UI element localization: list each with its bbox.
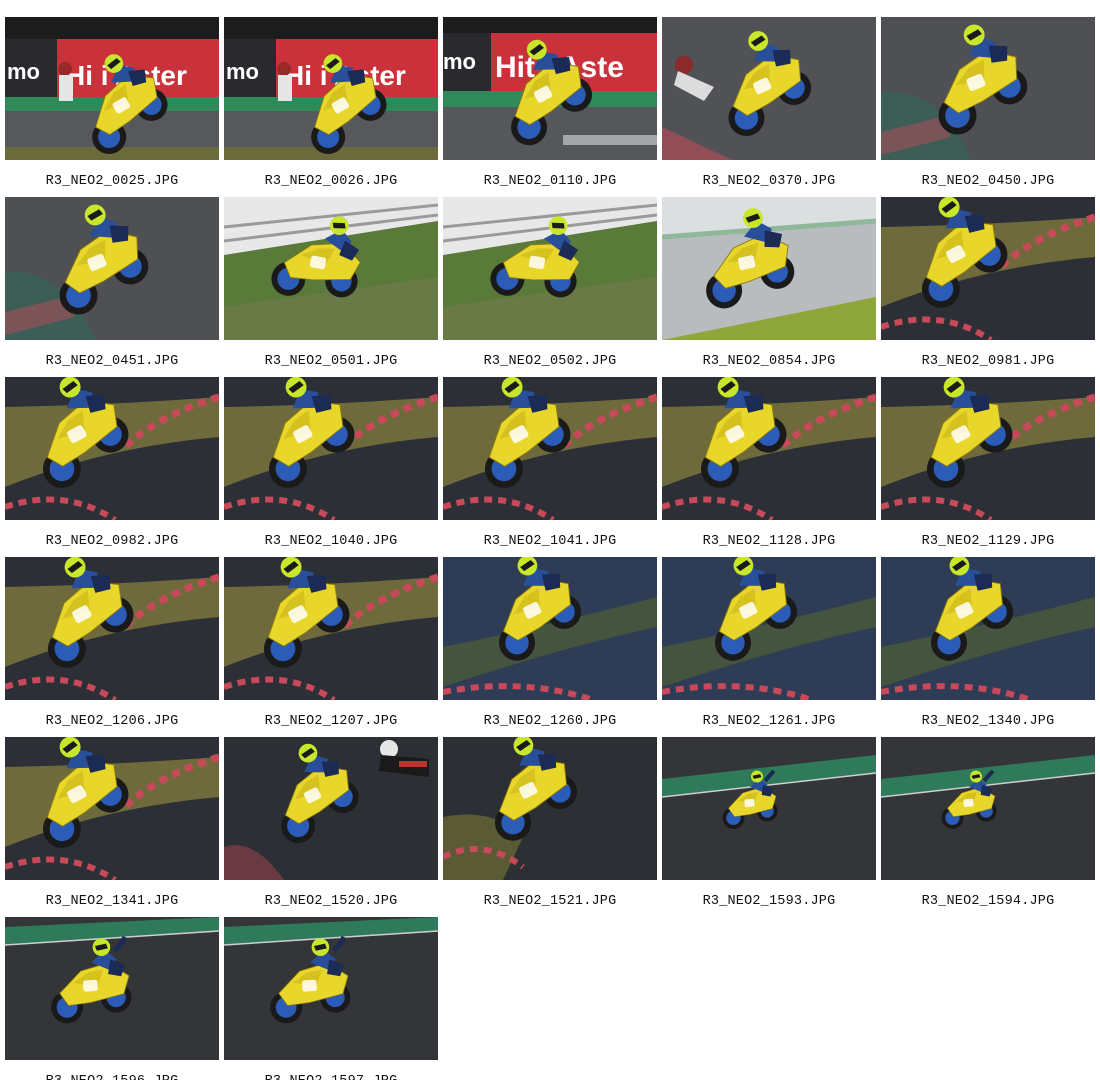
photo-thumbnail[interactable] bbox=[662, 557, 876, 700]
gallery-item[interactable]: R3_NEO2_0450.JPG bbox=[881, 17, 1095, 197]
photo-filename[interactable]: R3_NEO2_1340.JPG bbox=[881, 714, 1095, 729]
photo-filename[interactable]: R3_NEO2_1260.JPG bbox=[443, 714, 657, 729]
photo-filename[interactable]: R3_NEO2_1520.JPG bbox=[224, 894, 438, 909]
gallery-item[interactable]: R3_NEO2_1593.JPG bbox=[662, 737, 876, 917]
photo-filename[interactable]: R3_NEO2_1207.JPG bbox=[224, 714, 438, 729]
svg-text:mo: mo bbox=[443, 49, 476, 74]
gallery-item[interactable]: mo Hi i Aster R3_NEO2_0025.JPG bbox=[5, 17, 219, 197]
photo-thumbnail[interactable] bbox=[443, 737, 657, 880]
photo-filename[interactable]: R3_NEO2_0025.JPG bbox=[5, 174, 219, 189]
gallery-item[interactable]: R3_NEO2_1207.JPG bbox=[224, 557, 438, 737]
photo-thumbnail[interactable] bbox=[662, 377, 876, 520]
photo-filename[interactable]: R3_NEO2_1593.JPG bbox=[662, 894, 876, 909]
photo-filename[interactable]: R3_NEO2_0370.JPG bbox=[662, 174, 876, 189]
photo-filename[interactable]: R3_NEO2_1341.JPG bbox=[5, 894, 219, 909]
photo-filename[interactable]: R3_NEO2_0502.JPG bbox=[443, 354, 657, 369]
photo-filename[interactable]: R3_NEO2_1041.JPG bbox=[443, 534, 657, 549]
gallery-item[interactable]: R3_NEO2_0982.JPG bbox=[5, 377, 219, 557]
photo-filename[interactable]: R3_NEO2_1597.JPG bbox=[224, 1074, 438, 1080]
photo-filename[interactable]: R3_NEO2_0110.JPG bbox=[443, 174, 657, 189]
gallery-item[interactable]: R3_NEO2_1261.JPG bbox=[662, 557, 876, 737]
photo-thumbnail[interactable] bbox=[881, 377, 1095, 520]
gallery-item[interactable]: R3_NEO2_1340.JPG bbox=[881, 557, 1095, 737]
photo-filename[interactable]: R3_NEO2_0026.JPG bbox=[224, 174, 438, 189]
photo-filename[interactable]: R3_NEO2_1596.JPG bbox=[5, 1074, 219, 1080]
gallery-item[interactable]: R3_NEO2_0981.JPG bbox=[881, 197, 1095, 377]
photo-thumbnail[interactable] bbox=[224, 737, 438, 880]
photo-thumbnail[interactable]: mo Hi i Aster bbox=[5, 17, 219, 160]
photo-filename[interactable]: R3_NEO2_1594.JPG bbox=[881, 894, 1095, 909]
gallery-item[interactable]: R3_NEO2_1520.JPG bbox=[224, 737, 438, 917]
photo-filename[interactable]: R3_NEO2_0451.JPG bbox=[5, 354, 219, 369]
photo-thumbnail[interactable] bbox=[662, 17, 876, 160]
photo-thumbnail[interactable] bbox=[881, 197, 1095, 340]
photo-thumbnail[interactable] bbox=[443, 197, 657, 340]
photo-filename[interactable]: R3_NEO2_1040.JPG bbox=[224, 534, 438, 549]
photo-filename[interactable]: R3_NEO2_0982.JPG bbox=[5, 534, 219, 549]
gallery-item[interactable]: R3_NEO2_0451.JPG bbox=[5, 197, 219, 377]
gallery-item[interactable]: R3_NEO2_1521.JPG bbox=[443, 737, 657, 917]
photo-filename[interactable]: R3_NEO2_1206.JPG bbox=[5, 714, 219, 729]
photo-thumbnail[interactable] bbox=[5, 737, 219, 880]
gallery-item[interactable]: R3_NEO2_0854.JPG bbox=[662, 197, 876, 377]
photo-thumbnail[interactable] bbox=[5, 377, 219, 520]
gallery-item[interactable]: mo Hit i Aste R3_NEO2_0110.JPG bbox=[443, 17, 657, 197]
photo-thumbnail[interactable] bbox=[224, 377, 438, 520]
photo-thumbnail[interactable] bbox=[5, 557, 219, 700]
photo-filename[interactable]: R3_NEO2_0981.JPG bbox=[881, 354, 1095, 369]
gallery-item[interactable]: R3_NEO2_1596.JPG bbox=[5, 917, 219, 1080]
gallery-item[interactable]: R3_NEO2_1040.JPG bbox=[224, 377, 438, 557]
photo-filename[interactable]: R3_NEO2_0450.JPG bbox=[881, 174, 1095, 189]
photo-thumbnail[interactable] bbox=[662, 737, 876, 880]
photo-thumbnail[interactable] bbox=[662, 197, 876, 340]
photo-thumbnail[interactable] bbox=[443, 557, 657, 700]
gallery-item[interactable]: R3_NEO2_0370.JPG bbox=[662, 17, 876, 197]
photo-gallery: mo Hi i Aster R3_NEO2_0025.JPG mo Hi i A… bbox=[0, 0, 1100, 1080]
gallery-item[interactable]: R3_NEO2_1341.JPG bbox=[5, 737, 219, 917]
gallery-item[interactable]: R3_NEO2_1597.JPG bbox=[224, 917, 438, 1080]
gallery-item[interactable]: R3_NEO2_1206.JPG bbox=[5, 557, 219, 737]
photo-filename[interactable]: R3_NEO2_0854.JPG bbox=[662, 354, 876, 369]
svg-text:mo: mo bbox=[226, 59, 259, 84]
photo-thumbnail[interactable]: mo Hit i Aste bbox=[443, 17, 657, 160]
photo-filename[interactable]: R3_NEO2_1261.JPG bbox=[662, 714, 876, 729]
gallery-item[interactable]: R3_NEO2_0502.JPG bbox=[443, 197, 657, 377]
photo-thumbnail[interactable] bbox=[5, 917, 219, 1060]
gallery-item[interactable]: R3_NEO2_1128.JPG bbox=[662, 377, 876, 557]
photo-thumbnail[interactable] bbox=[881, 557, 1095, 700]
gallery-item[interactable]: R3_NEO2_1129.JPG bbox=[881, 377, 1095, 557]
photo-thumbnail[interactable]: mo Hi i Aster bbox=[224, 17, 438, 160]
gallery-item[interactable]: mo Hi i Aster R3_NEO2_0026.JPG bbox=[224, 17, 438, 197]
photo-thumbnail[interactable] bbox=[443, 377, 657, 520]
gallery-item[interactable]: R3_NEO2_1041.JPG bbox=[443, 377, 657, 557]
gallery-item[interactable]: R3_NEO2_0501.JPG bbox=[224, 197, 438, 377]
photo-filename[interactable]: R3_NEO2_1129.JPG bbox=[881, 534, 1095, 549]
photo-filename[interactable]: R3_NEO2_1128.JPG bbox=[662, 534, 876, 549]
photo-thumbnail[interactable] bbox=[224, 917, 438, 1060]
photo-thumbnail[interactable] bbox=[5, 197, 219, 340]
photo-filename[interactable]: R3_NEO2_1521.JPG bbox=[443, 894, 657, 909]
photo-thumbnail[interactable] bbox=[881, 17, 1095, 160]
photo-filename[interactable]: R3_NEO2_0501.JPG bbox=[224, 354, 438, 369]
svg-text:mo: mo bbox=[7, 59, 40, 84]
photo-thumbnail[interactable] bbox=[881, 737, 1095, 880]
gallery-item[interactable]: R3_NEO2_1594.JPG bbox=[881, 737, 1095, 917]
photo-thumbnail[interactable] bbox=[224, 557, 438, 700]
gallery-item[interactable]: R3_NEO2_1260.JPG bbox=[443, 557, 657, 737]
photo-thumbnail[interactable] bbox=[224, 197, 438, 340]
